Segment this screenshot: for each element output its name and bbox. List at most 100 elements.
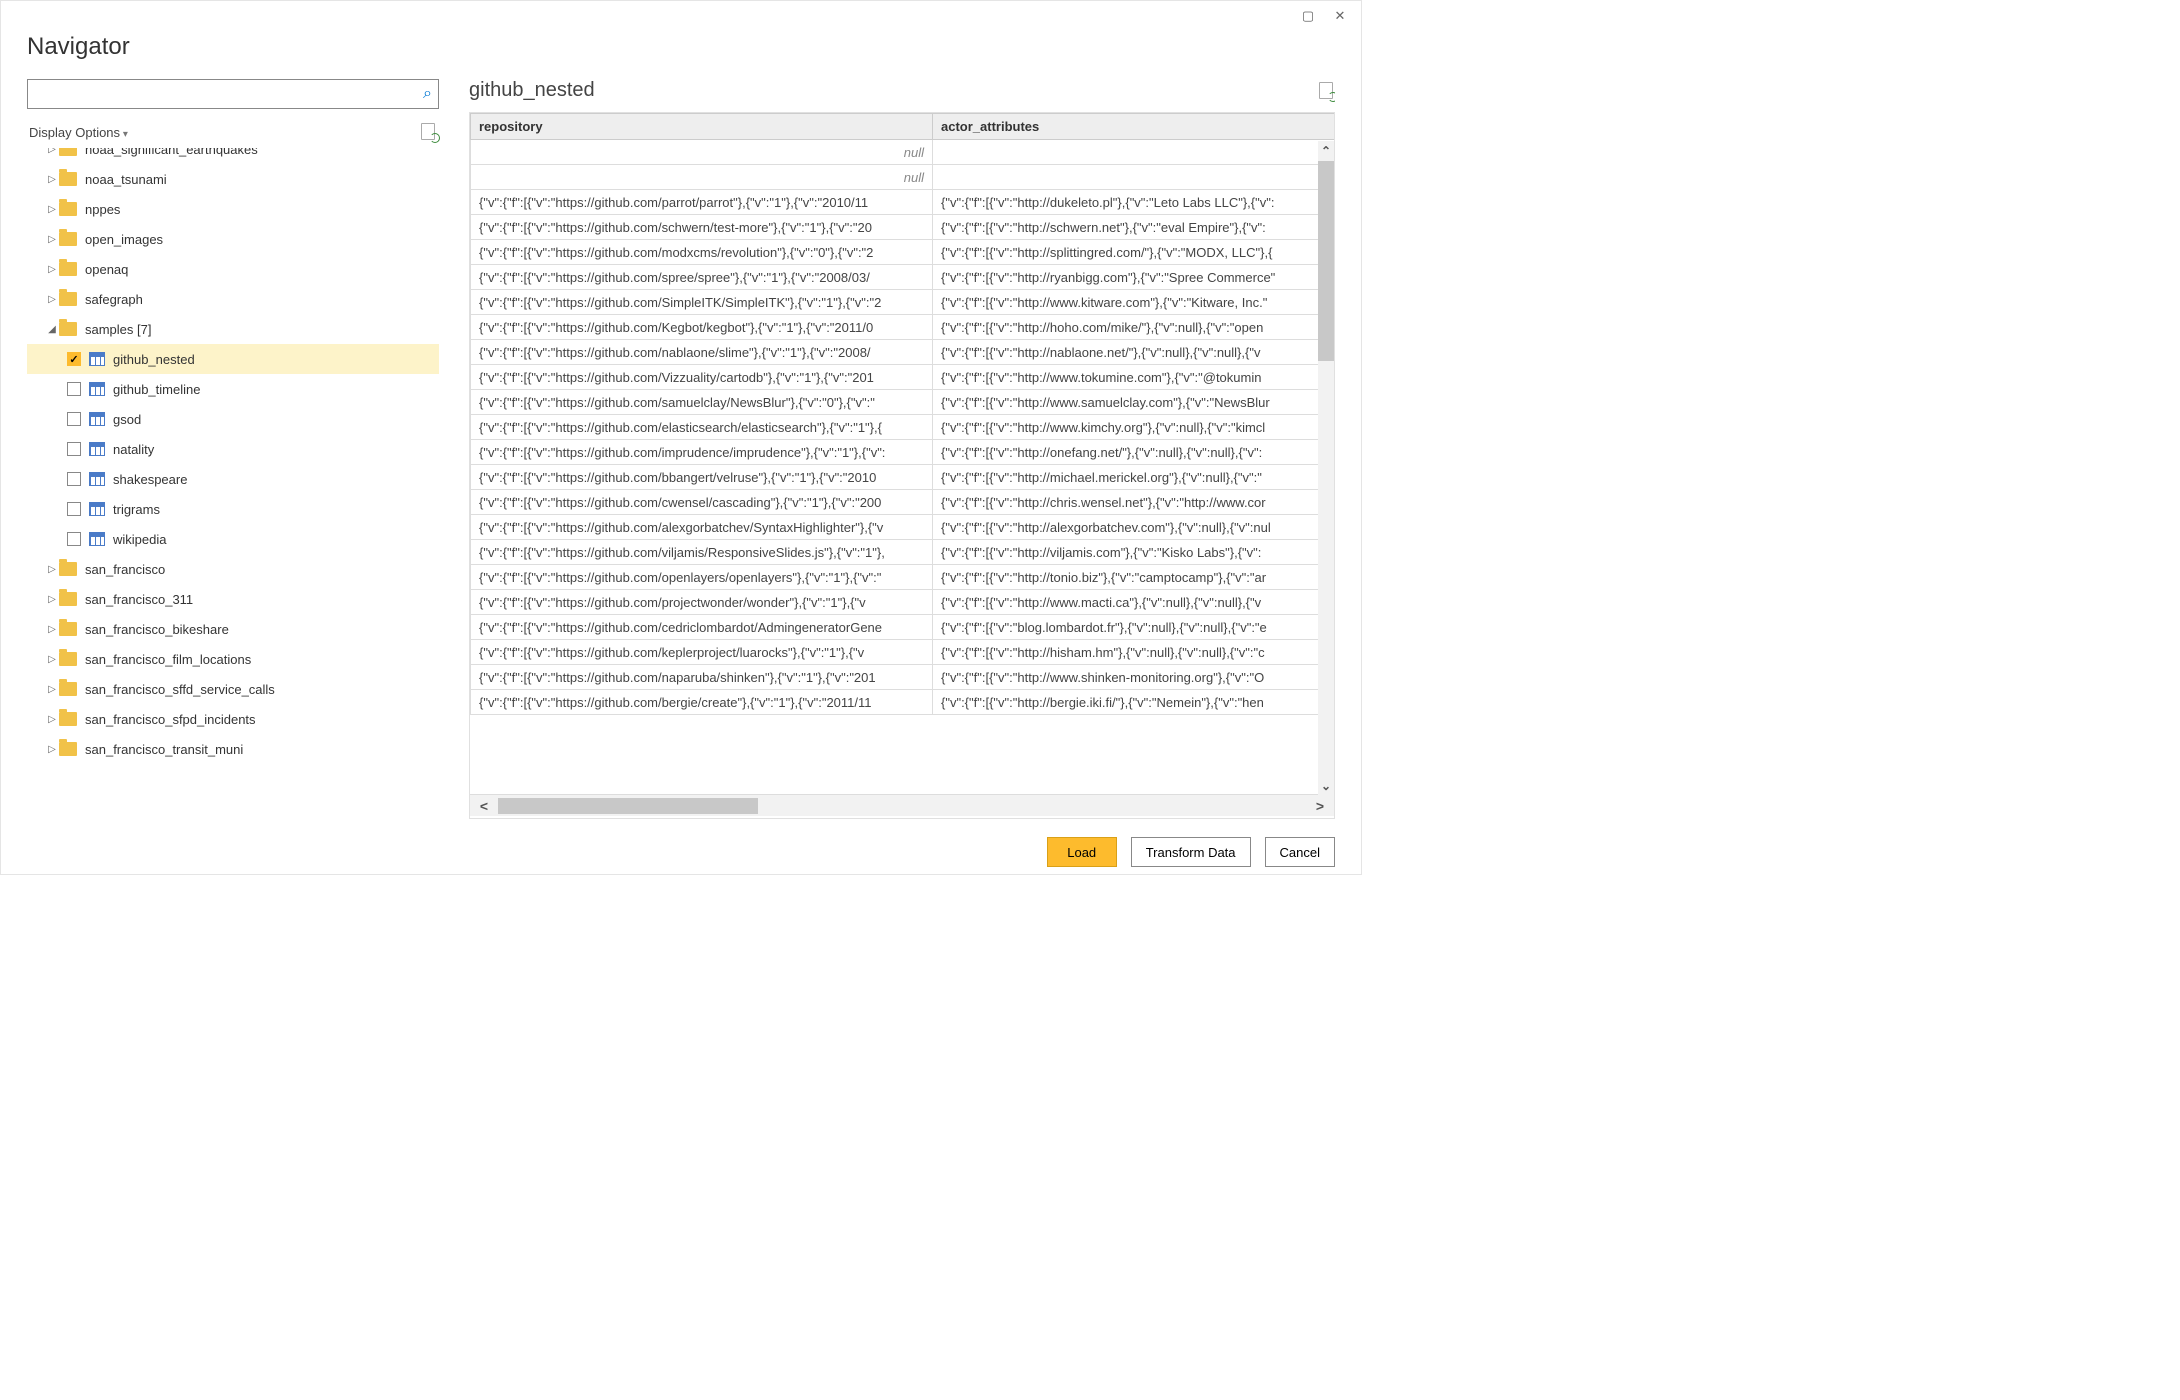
table-row[interactable]: null bbox=[471, 165, 1335, 190]
preview-refresh-icon[interactable] bbox=[1319, 82, 1335, 100]
cell-actor-attributes[interactable]: {"v":{"f":[{"v":"http://tonio.biz"},{"v"… bbox=[933, 565, 1335, 590]
tree-folder[interactable]: ▷san_francisco_311 bbox=[27, 584, 439, 614]
cell-repository[interactable]: {"v":{"f":[{"v":"https://github.com/berg… bbox=[471, 690, 933, 715]
maximize-icon[interactable]: ▢ bbox=[1301, 9, 1315, 23]
table-row[interactable]: {"v":{"f":[{"v":"https://github.com/Simp… bbox=[471, 290, 1335, 315]
cell-repository[interactable]: {"v":{"f":[{"v":"https://github.com/schw… bbox=[471, 215, 933, 240]
table-row[interactable]: {"v":{"f":[{"v":"https://github.com/kepl… bbox=[471, 640, 1335, 665]
cell-repository[interactable]: {"v":{"f":[{"v":"https://github.com/modx… bbox=[471, 240, 933, 265]
tree-folder[interactable]: ▷openaq bbox=[27, 254, 439, 284]
cell-actor-attributes[interactable]: {"v":{"f":[{"v":"http://splittingred.com… bbox=[933, 240, 1335, 265]
tree-folder[interactable]: ▷nppes bbox=[27, 194, 439, 224]
table-row[interactable]: {"v":{"f":[{"v":"https://github.com/Vizz… bbox=[471, 365, 1335, 390]
horizontal-scrollbar[interactable]: < > bbox=[470, 794, 1334, 816]
expand-caret-icon[interactable]: ▷ bbox=[45, 204, 59, 215]
table-row[interactable]: {"v":{"f":[{"v":"https://github.com/open… bbox=[471, 565, 1335, 590]
tree-table-item[interactable]: github_timeline bbox=[27, 374, 439, 404]
tree-table-item[interactable]: trigrams bbox=[27, 494, 439, 524]
table-row[interactable]: {"v":{"f":[{"v":"https://github.com/nabl… bbox=[471, 340, 1335, 365]
cell-repository[interactable]: {"v":{"f":[{"v":"https://github.com/parr… bbox=[471, 190, 933, 215]
cell-actor-attributes[interactable]: {"v":{"f":[{"v":"http://nablaone.net/"},… bbox=[933, 340, 1335, 365]
checkbox[interactable] bbox=[67, 352, 81, 366]
table-row[interactable]: null bbox=[471, 140, 1335, 165]
scroll-up-icon[interactable]: ⌃ bbox=[1318, 141, 1334, 161]
table-row[interactable]: {"v":{"f":[{"v":"https://github.com/alex… bbox=[471, 515, 1335, 540]
refresh-icon[interactable] bbox=[421, 123, 437, 141]
cell-actor-attributes[interactable]: {"v":{"f":[{"v":"http://www.samuelclay.c… bbox=[933, 390, 1335, 415]
column-header-repository[interactable]: repository bbox=[471, 114, 933, 140]
cell-repository[interactable]: {"v":{"f":[{"v":"https://github.com/vilj… bbox=[471, 540, 933, 565]
table-row[interactable]: {"v":{"f":[{"v":"https://github.com/samu… bbox=[471, 390, 1335, 415]
transform-data-button[interactable]: Transform Data bbox=[1131, 837, 1251, 867]
cell-actor-attributes[interactable] bbox=[933, 165, 1335, 190]
tree-folder[interactable]: ▷san_francisco_transit_muni bbox=[27, 734, 439, 764]
table-row[interactable]: {"v":{"f":[{"v":"https://github.com/cedr… bbox=[471, 615, 1335, 640]
expand-caret-icon[interactable]: ▷ bbox=[45, 684, 59, 695]
cell-repository[interactable]: {"v":{"f":[{"v":"https://github.com/cedr… bbox=[471, 615, 933, 640]
search-box[interactable]: ⌕ bbox=[27, 79, 439, 109]
tree-table-item[interactable]: gsod bbox=[27, 404, 439, 434]
checkbox[interactable] bbox=[67, 532, 81, 546]
table-row[interactable]: {"v":{"f":[{"v":"https://github.com/elas… bbox=[471, 415, 1335, 440]
cancel-button[interactable]: Cancel bbox=[1265, 837, 1335, 867]
cell-actor-attributes[interactable]: {"v":{"f":[{"v":"http://schwern.net"},{"… bbox=[933, 215, 1335, 240]
cell-repository[interactable]: {"v":{"f":[{"v":"https://github.com/Kegb… bbox=[471, 315, 933, 340]
checkbox[interactable] bbox=[67, 502, 81, 516]
tree-folder[interactable]: ▷san_francisco bbox=[27, 554, 439, 584]
table-row[interactable]: {"v":{"f":[{"v":"https://github.com/schw… bbox=[471, 215, 1335, 240]
cell-actor-attributes[interactable]: {"v":{"f":[{"v":"http://ryanbigg.com"},{… bbox=[933, 265, 1335, 290]
tree-folder[interactable]: ▷safegraph bbox=[27, 284, 439, 314]
cell-repository[interactable]: {"v":{"f":[{"v":"https://github.com/cwen… bbox=[471, 490, 933, 515]
cell-repository[interactable]: {"v":{"f":[{"v":"https://github.com/Simp… bbox=[471, 290, 933, 315]
expand-caret-icon[interactable]: ▷ bbox=[45, 654, 59, 665]
cell-repository[interactable]: {"v":{"f":[{"v":"https://github.com/open… bbox=[471, 565, 933, 590]
cell-actor-attributes[interactable]: {"v":{"f":[{"v":"http://alexgorbatchev.c… bbox=[933, 515, 1335, 540]
scrollbar-thumb[interactable] bbox=[1318, 161, 1334, 361]
cell-actor-attributes[interactable]: {"v":{"f":[{"v":"http://bergie.iki.fi/"}… bbox=[933, 690, 1335, 715]
expand-caret-icon[interactable]: ▷ bbox=[45, 264, 59, 275]
expand-caret-icon[interactable]: ▷ bbox=[45, 714, 59, 725]
cell-actor-attributes[interactable]: {"v":{"f":[{"v":"http://www.kimchy.org"}… bbox=[933, 415, 1335, 440]
search-input[interactable] bbox=[34, 87, 423, 102]
tree-folder[interactable]: ▷noaa_tsunami bbox=[27, 164, 439, 194]
cell-repository[interactable]: {"v":{"f":[{"v":"https://github.com/Vizz… bbox=[471, 365, 933, 390]
tree-folder[interactable]: ▷san_francisco_sffd_service_calls bbox=[27, 674, 439, 704]
table-row[interactable]: {"v":{"f":[{"v":"https://github.com/berg… bbox=[471, 690, 1335, 715]
tree-table-item[interactable]: shakespeare bbox=[27, 464, 439, 494]
load-button[interactable]: Load bbox=[1047, 837, 1117, 867]
cell-actor-attributes[interactable]: {"v":{"f":[{"v":"http://www.kitware.com"… bbox=[933, 290, 1335, 315]
expand-caret-icon[interactable]: ▷ bbox=[45, 594, 59, 605]
cell-repository[interactable]: {"v":{"f":[{"v":"https://github.com/kepl… bbox=[471, 640, 933, 665]
cell-actor-attributes[interactable]: {"v":{"f":[{"v":"http://michael.merickel… bbox=[933, 465, 1335, 490]
table-row[interactable]: {"v":{"f":[{"v":"https://github.com/bban… bbox=[471, 465, 1335, 490]
tree-table-item[interactable]: natality bbox=[27, 434, 439, 464]
scroll-down-icon[interactable]: ⌄ bbox=[1318, 776, 1334, 796]
table-row[interactable]: {"v":{"f":[{"v":"https://github.com/modx… bbox=[471, 240, 1335, 265]
cell-actor-attributes[interactable]: {"v":{"f":[{"v":"http://viljamis.com"},{… bbox=[933, 540, 1335, 565]
cell-repository[interactable]: {"v":{"f":[{"v":"https://github.com/alex… bbox=[471, 515, 933, 540]
table-row[interactable]: {"v":{"f":[{"v":"https://github.com/Kegb… bbox=[471, 315, 1335, 340]
display-options-dropdown[interactable]: Display Options bbox=[29, 125, 128, 140]
scrollbar-thumb[interactable] bbox=[498, 798, 758, 814]
cell-repository[interactable]: null bbox=[471, 140, 933, 165]
cell-repository[interactable]: {"v":{"f":[{"v":"https://github.com/elas… bbox=[471, 415, 933, 440]
checkbox[interactable] bbox=[67, 382, 81, 396]
checkbox[interactable] bbox=[67, 412, 81, 426]
cell-actor-attributes[interactable]: {"v":{"f":[{"v":"http://onefang.net/"},{… bbox=[933, 440, 1335, 465]
scroll-left-icon[interactable]: < bbox=[470, 798, 498, 814]
expand-caret-icon[interactable]: ▷ bbox=[45, 148, 59, 155]
cell-repository[interactable]: {"v":{"f":[{"v":"https://github.com/napa… bbox=[471, 665, 933, 690]
expand-caret-icon[interactable]: ◢ bbox=[45, 324, 59, 335]
table-row[interactable]: {"v":{"f":[{"v":"https://github.com/cwen… bbox=[471, 490, 1335, 515]
tree-folder[interactable]: ▷san_francisco_bikeshare bbox=[27, 614, 439, 644]
cell-actor-attributes[interactable]: {"v":{"f":[{"v":"http://dukeleto.pl"},{"… bbox=[933, 190, 1335, 215]
tree-folder[interactable]: ▷san_francisco_sfpd_incidents bbox=[27, 704, 439, 734]
tree-table-item[interactable]: wikipedia bbox=[27, 524, 439, 554]
table-row[interactable]: {"v":{"f":[{"v":"https://github.com/parr… bbox=[471, 190, 1335, 215]
vertical-scrollbar[interactable]: ⌃ ⌄ bbox=[1318, 141, 1334, 796]
cell-repository[interactable]: {"v":{"f":[{"v":"https://github.com/spre… bbox=[471, 265, 933, 290]
tree-folder[interactable]: ▷noaa_significant_earthquakes bbox=[27, 148, 439, 164]
cell-actor-attributes[interactable]: {"v":{"f":[{"v":"http://www.macti.ca"},{… bbox=[933, 590, 1335, 615]
cell-repository[interactable]: {"v":{"f":[{"v":"https://github.com/proj… bbox=[471, 590, 933, 615]
navigator-tree[interactable]: ▷noaa_significant_earthquakes▷noaa_tsuna… bbox=[27, 148, 439, 819]
